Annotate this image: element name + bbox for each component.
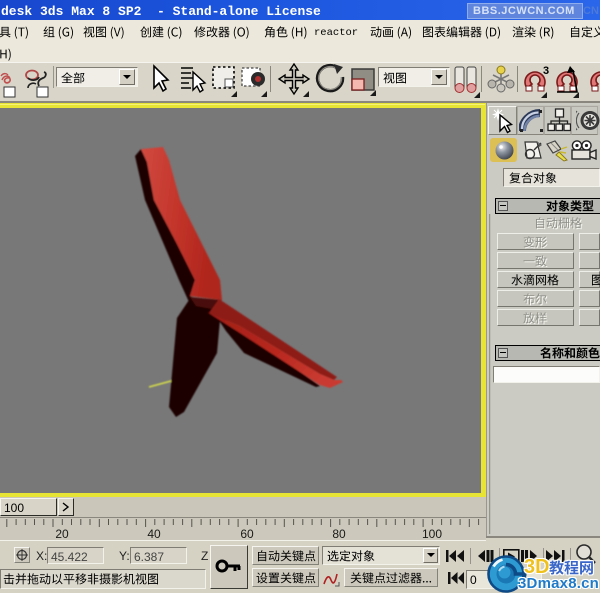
svg-text:3: 3 xyxy=(543,65,549,77)
